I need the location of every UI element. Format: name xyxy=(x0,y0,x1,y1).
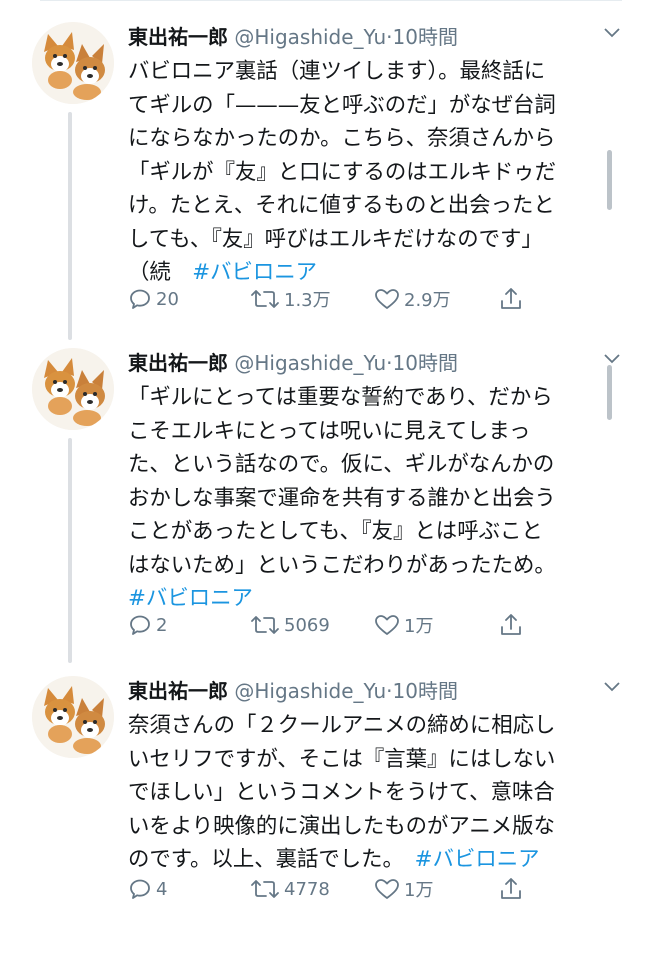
retweet-count: 4778 xyxy=(284,878,330,900)
like-count: 1万 xyxy=(404,880,434,901)
reply-count: 4 xyxy=(156,878,168,900)
avatar[interactable] xyxy=(32,676,114,758)
display-name[interactable]: 東出祐一郎 xyxy=(128,25,228,49)
tweet-text: 「ギルにとっては重要な誓約であり、だから こそエルキにとっては呪いに見えてしまっ… xyxy=(128,381,593,616)
tweet-text-line: はないため」というこだわりがあったため。 xyxy=(128,552,556,578)
display-name[interactable]: 東出祐一郎 xyxy=(128,679,228,703)
retweet-button[interactable]: 1.3万 xyxy=(250,282,331,316)
tweet-text-line: ことがあったとしても、『友』とは呼ぶこと xyxy=(128,519,543,544)
chevron-down-icon[interactable] xyxy=(602,348,622,368)
tweet-text-line: こそエルキにとっては呪いに見えてしまっ xyxy=(128,418,531,444)
tweet-text: 奈須さんの「２クールアニメの締めに相応し いセリフですが、そこは『言葉』にはしな… xyxy=(128,709,593,877)
timestamp[interactable]: 10時間 xyxy=(393,351,458,375)
like-button[interactable]: 1万 xyxy=(374,608,433,642)
retweet-icon xyxy=(251,616,279,634)
tweet-text-line: でほしい」というコメントをうけて、意味合 xyxy=(128,780,555,805)
reply-button[interactable]: 20 xyxy=(128,282,179,316)
tweet-text: バビロニア裏話（連ツイします）。最終話に てギルの「———友と呼ぶのだ」がなぜ台… xyxy=(128,55,593,290)
tweet-header: 東出祐一郎 @Higashide_Yu·10時間 xyxy=(128,674,622,708)
reply-count: 2 xyxy=(156,614,168,636)
avatar-corgi-image xyxy=(32,348,114,430)
tweet-1[interactable]: 東出祐一郎 @Higashide_Yu·10時間 バビロニア裏話（連ツイします）… xyxy=(0,0,662,330)
share-icon xyxy=(501,614,521,635)
tweet-header: 東出祐一郎 @Higashide_Yu·10時間 xyxy=(128,20,622,54)
tweet-text-line: てギルの「———友と呼ぶのだ」がなぜ台詞 xyxy=(128,92,556,118)
user-handle[interactable]: @Higashide_Yu xyxy=(234,351,386,375)
avatar[interactable] xyxy=(32,348,114,430)
timestamp[interactable]: 10時間 xyxy=(393,679,458,703)
tweet-text-line: バビロニア裏話（連ツイします）。最終話に xyxy=(128,59,546,84)
chevron-down-icon[interactable] xyxy=(602,676,622,696)
like-button[interactable]: 2.9万 xyxy=(374,282,451,316)
tweet-text-line: にならなかったのか。こちら、奈須さんから xyxy=(128,126,556,151)
tweet-actions: 20 1.3万 2.9万 xyxy=(128,282,548,316)
reply-count: 20 xyxy=(156,288,179,310)
retweet-button[interactable]: 4778 xyxy=(250,872,330,906)
reply-button[interactable]: 2 xyxy=(128,608,167,642)
retweet-icon xyxy=(251,290,279,308)
avatar-corgi-image xyxy=(32,22,114,104)
tweet-text-line: 「ギルが『友』と口にするのはエルキドゥだ xyxy=(128,159,557,185)
scroll-indicator[interactable] xyxy=(607,365,612,420)
share-icon xyxy=(501,878,521,899)
user-handle[interactable]: @Higashide_Yu xyxy=(234,25,386,49)
tweet-2[interactable]: 東出祐一郎 @Higashide_Yu·10時間 「ギルにとっては重要な誓約であ… xyxy=(0,326,662,656)
share-icon xyxy=(501,288,521,309)
tweet-actions: 2 5069 1万 xyxy=(128,608,548,642)
tweet-header: 東出祐一郎 @Higashide_Yu·10時間 xyxy=(128,346,622,380)
tweet-text-line: 奈須さんの「２クールアニメの締めに相応し xyxy=(128,713,556,738)
tweet-3[interactable]: 東出祐一郎 @Higashide_Yu·10時間 奈須さんの「２クールアニメの締… xyxy=(0,654,662,954)
tweet-text-line: のです。以上、裏話でした。 xyxy=(128,847,415,872)
share-button[interactable] xyxy=(498,608,528,642)
retweet-count: 1.3万 xyxy=(284,290,331,311)
tweet-text-line: 「ギルにとっては重要な誓約であり、だから xyxy=(128,385,553,410)
hashtag-link[interactable]: #バビロニア xyxy=(415,847,540,872)
tweet-text-line: いをより映像的に演出したものがアニメ版な xyxy=(128,813,555,839)
chevron-down-icon[interactable] xyxy=(602,22,622,42)
like-button[interactable]: 1万 xyxy=(374,872,433,906)
share-button[interactable] xyxy=(498,872,528,906)
reply-icon xyxy=(130,879,150,899)
reply-button[interactable]: 4 xyxy=(128,872,167,906)
tweet-actions: 4 4778 1万 xyxy=(128,872,548,906)
avatar-corgi-image xyxy=(32,676,114,758)
share-button[interactable] xyxy=(498,282,528,316)
like-count: 1万 xyxy=(404,616,434,637)
tweet-text-line: おかしな事案で運命を共有する誰かと出会う xyxy=(128,485,556,511)
tweet-text-line: た、という話なので。仮に、ギルがなんかの xyxy=(128,452,555,477)
tweet-text-line: しても、『友』呼びはエルキだけなのです」 xyxy=(128,226,543,252)
avatar[interactable] xyxy=(32,22,114,104)
like-icon xyxy=(375,289,399,309)
tweet-text-line: いセリフですが、そこは『言葉』にはしない xyxy=(128,746,556,772)
scroll-indicator[interactable] xyxy=(607,150,612,210)
user-handle[interactable]: @Higashide_Yu xyxy=(234,679,386,703)
reply-icon xyxy=(130,289,150,309)
like-icon xyxy=(375,879,399,899)
timestamp[interactable]: 10時間 xyxy=(393,25,458,49)
display-name[interactable]: 東出祐一郎 xyxy=(128,351,228,375)
like-count: 2.9万 xyxy=(404,290,451,311)
tweet-text-line: け。たとえ、それに値するものと出会ったと xyxy=(128,193,555,218)
reply-icon xyxy=(130,615,150,635)
retweet-button[interactable]: 5069 xyxy=(250,608,330,642)
like-icon xyxy=(375,615,399,635)
retweet-count: 5069 xyxy=(284,614,330,636)
retweet-icon xyxy=(251,880,279,898)
